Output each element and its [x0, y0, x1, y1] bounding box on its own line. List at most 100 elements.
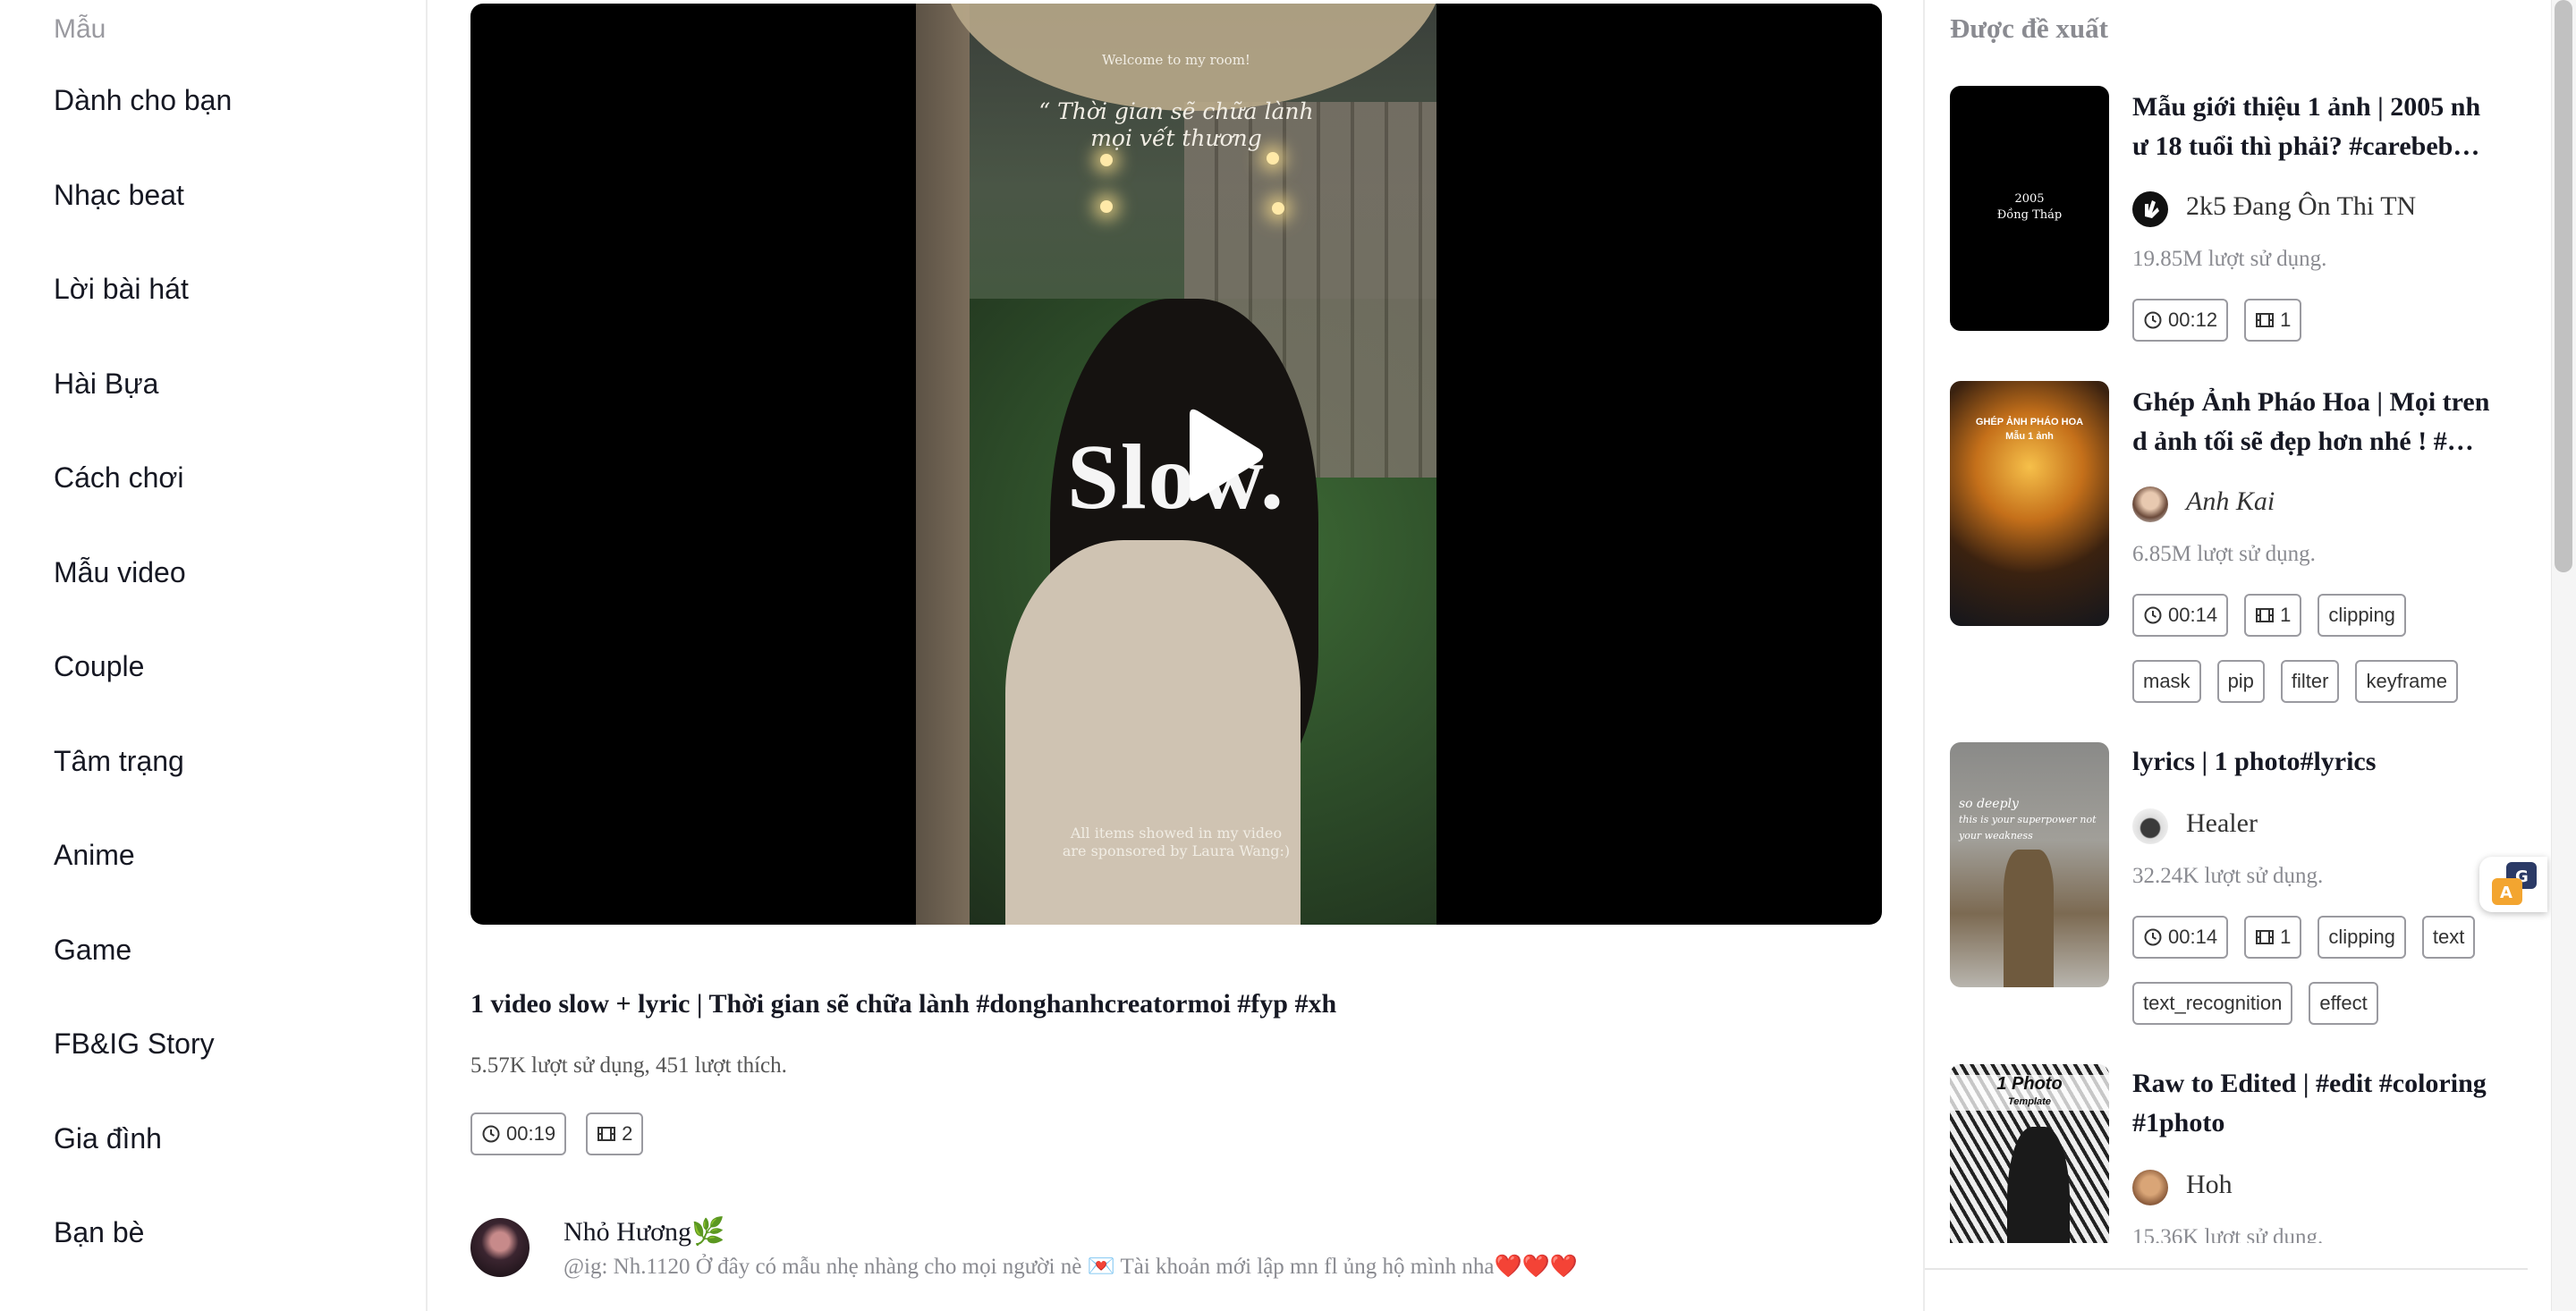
- card-usage: 19.85M lượt sử dụng.: [2132, 247, 2327, 271]
- thumb-text: Template: [2008, 1096, 2051, 1107]
- clips-badge: 1: [2244, 299, 2302, 342]
- card-thumbnail[interactable]: 1 Photo Template: [1950, 1064, 2109, 1243]
- card-usage: 15.36K lượt sử dụng.: [2132, 1225, 2324, 1243]
- sidebar-item-fb-ig-story[interactable]: FB&IG Story: [54, 1028, 215, 1061]
- card-author-name[interactable]: 2k5 Đang Ôn Thi TN: [2186, 191, 2416, 222]
- card-tags-row2: mask pip filter keyframe: [2132, 660, 2458, 703]
- sidebar-item-game[interactable]: Game: [54, 934, 131, 967]
- card-title[interactable]: lyrics | 1 photo#lyrics: [2132, 742, 2508, 782]
- recommended-panel: Được đề xuất 2005 Đồng Tháp Mẫu giới thi…: [1923, 0, 2528, 1311]
- card-tags: 00:12 1: [2132, 299, 2302, 342]
- card-author-avatar: [2132, 1170, 2168, 1205]
- card-title[interactable]: Raw to Edited | #edit #coloring #1photo: [2132, 1064, 2508, 1143]
- card-author-avatar: [2132, 486, 2168, 522]
- card-author-avatar: [2132, 191, 2168, 227]
- overlay-quote-text: “ Thời gian sẽ chữa lành mọi vết thương: [916, 98, 1436, 152]
- film-icon: [2256, 930, 2275, 944]
- clock-icon: [2144, 606, 2162, 624]
- overlay-quote-line1: “ Thời gian sẽ chữa lành: [1038, 98, 1314, 124]
- sidebar-item-nhac-beat[interactable]: Nhạc beat: [54, 179, 184, 212]
- clips-value: 1: [2280, 926, 2292, 948]
- person-coat-image: [1005, 540, 1301, 925]
- sidebar-item-danh-cho-ban[interactable]: Dành cho bạn: [54, 84, 232, 117]
- card-author-name[interactable]: Anh Kai: [2186, 486, 2275, 517]
- recommended-heading: Được đề xuất: [1950, 13, 2108, 44]
- feature-tag[interactable]: pip: [2216, 660, 2265, 703]
- card-thumbnail[interactable]: GHÉP ẢNH PHÁO HOA Mẫu 1 ảnh: [1950, 381, 2109, 626]
- film-icon: [597, 1127, 616, 1141]
- card-clip-area: 1 Photo Template Raw to Edited | #edit #…: [1925, 1064, 2528, 1243]
- clips-badge: 2: [586, 1112, 644, 1155]
- sidebar-item-couple[interactable]: Couple: [54, 650, 144, 683]
- overlay-sponsor-line2: are sponsored by Laura Wang:): [1062, 842, 1291, 859]
- card-title-line1: Mẫu giới thiệu 1 ảnh | 2005 nh: [2132, 92, 2481, 122]
- sidebar-item-loi-bai-hat[interactable]: Lời bài hát: [54, 273, 189, 306]
- sidebar-item-mau-video[interactable]: Mẫu video: [54, 556, 186, 589]
- card-title-line2: #1photo: [2132, 1108, 2225, 1138]
- thumb-text: this is your superpower not your weaknes…: [1959, 814, 2097, 842]
- sidebar-item-tam-trang[interactable]: Tâm trạng: [54, 745, 184, 778]
- duration-badge: 00:19: [470, 1112, 567, 1155]
- overlay-sponsor-text: All items showed in my video are sponsor…: [916, 825, 1436, 860]
- clips-value: 1: [2280, 309, 2292, 331]
- card-tags: 00:14 1 clipping text: [2132, 916, 2476, 959]
- video-player[interactable]: Welcome to my room! “ Thời gian sẽ chữa …: [470, 4, 1882, 925]
- clock-icon: [482, 1125, 500, 1143]
- feature-tag[interactable]: keyframe: [2355, 660, 2458, 703]
- feature-tag[interactable]: clipping: [2318, 594, 2406, 637]
- clips-badge: 1: [2244, 916, 2302, 959]
- card-title[interactable]: Ghép Ảnh Pháo Hoa | Mọi tren d ảnh tối s…: [2132, 383, 2508, 461]
- duration-badge: 00:12: [2132, 299, 2229, 342]
- card-author-name[interactable]: Healer: [2186, 808, 2258, 839]
- feature-tag[interactable]: text_recognition: [2132, 982, 2293, 1025]
- card-thumbnail[interactable]: so deeply this is your superpower not yo…: [1950, 742, 2109, 987]
- feature-tag[interactable]: clipping: [2318, 916, 2406, 959]
- clips-value: 2: [622, 1122, 633, 1145]
- duration-value: 00:14: [2168, 604, 2218, 626]
- feature-tag[interactable]: mask: [2132, 660, 2201, 703]
- film-icon: [2256, 313, 2275, 327]
- author-name[interactable]: Nhỏ Hương🌿: [564, 1216, 724, 1248]
- sidebar-item-anime[interactable]: Anime: [54, 839, 135, 872]
- sidebar-item-gia-dinh[interactable]: Gia đình: [54, 1122, 162, 1155]
- duration-badge: 00:14: [2132, 916, 2229, 959]
- overlay-welcome-text: Welcome to my room!: [1102, 52, 1250, 68]
- card-author-name[interactable]: Hoh: [2186, 1170, 2233, 1200]
- panel-divider: [1925, 1268, 2528, 1270]
- svg-text:A: A: [2500, 884, 2512, 902]
- feature-tag[interactable]: effect: [2309, 982, 2378, 1025]
- overlay-sponsor-line1: All items showed in my video: [1070, 825, 1283, 842]
- sidebar-heading: Mẫu: [54, 14, 106, 44]
- feature-tag[interactable]: filter: [2280, 660, 2340, 703]
- sidebar-item-cach-choi[interactable]: Cách chơi: [54, 461, 183, 495]
- feature-tag[interactable]: text: [2421, 916, 2476, 959]
- thumb-text: Mẫu 1 ảnh: [2005, 431, 2054, 442]
- card-thumbnail[interactable]: 2005 Đồng Tháp: [1950, 86, 2109, 331]
- main-content: Welcome to my room! “ Thời gian sẽ chữa …: [429, 0, 1923, 1311]
- overlay-quote-line2: mọi vết thương: [1090, 125, 1262, 151]
- card-title[interactable]: Mẫu giới thiệu 1 ảnh | 2005 nh ư 18 tuổi…: [2132, 88, 2508, 166]
- sidebar-item-hai-bua[interactable]: Hài Bựa: [54, 368, 158, 401]
- duration-value: 00:12: [2168, 309, 2218, 331]
- duration-value: 00:14: [2168, 926, 2218, 948]
- author-avatar[interactable]: [470, 1218, 530, 1277]
- translate-widget[interactable]: G A: [2479, 857, 2547, 912]
- card-tags-row2: text_recognition effect: [2132, 982, 2378, 1025]
- video-stats: 5.57K lượt sử dụng, 451 lượt thích.: [470, 1053, 787, 1078]
- play-icon[interactable]: [1177, 406, 1267, 504]
- sidebar-item-ban-be[interactable]: Bạn bè: [54, 1216, 144, 1249]
- card-title-line1: Raw to Edited | #edit #coloring: [2132, 1069, 2487, 1098]
- scrollbar-thumb[interactable]: [2555, 0, 2572, 572]
- card-usage: 32.24K lượt sử dụng.: [2132, 864, 2324, 888]
- thumb-text: 2005: [2014, 192, 2045, 206]
- card-usage: 6.85M lượt sử dụng.: [2132, 542, 2316, 566]
- clips-badge: 1: [2244, 594, 2302, 637]
- card-title-line2: ư 18 tuổi thì phải? #carebeb…: [2132, 131, 2480, 161]
- video-meta-tags: 00:19 2: [470, 1112, 644, 1155]
- video-title: 1 video slow + lyric | Thời gian sẽ chữa…: [470, 989, 1337, 1019]
- clock-icon: [2144, 928, 2162, 946]
- author-note: @ig: Nh.1120 Ở đây có mẫu nhẹ nhàng cho …: [564, 1255, 1578, 1279]
- duration-badge: 00:14: [2132, 594, 2229, 637]
- translate-icon: G A: [2492, 862, 2537, 905]
- thumb-text: GHÉP ẢNH PHÁO HOA: [1975, 417, 2084, 427]
